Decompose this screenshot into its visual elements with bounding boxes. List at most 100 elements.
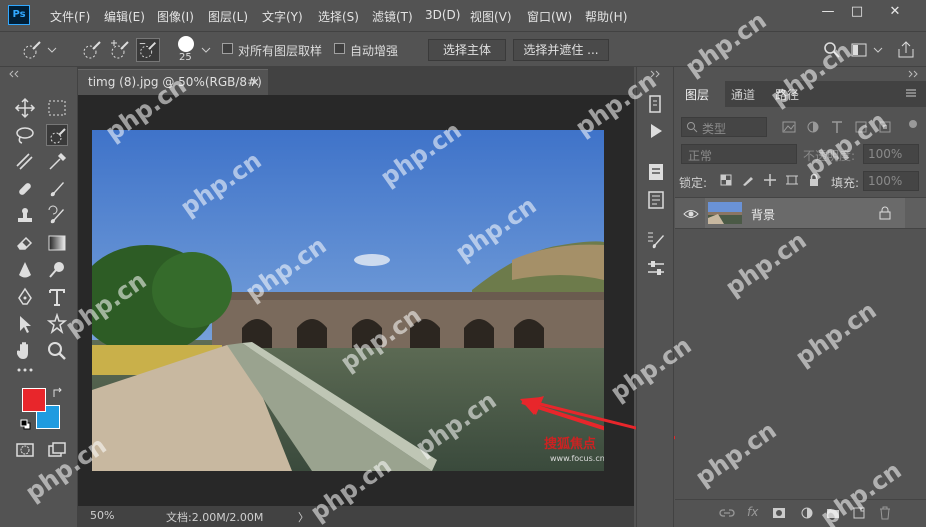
- eyedropper-tool-icon[interactable]: [46, 151, 68, 173]
- menu-select[interactable]: 选择(S): [318, 8, 359, 25]
- lock-artboard-icon[interactable]: [785, 173, 799, 187]
- zoom-tool-icon[interactable]: [46, 340, 68, 362]
- menu-window[interactable]: 窗口(W): [527, 8, 572, 25]
- properties-panel-icon[interactable]: [645, 161, 667, 183]
- custom-shape-tool-icon[interactable]: [46, 312, 68, 335]
- tab-channels[interactable]: 通道: [731, 86, 755, 103]
- quick-mask-icon[interactable]: [14, 439, 36, 461]
- status-menu-arrow[interactable]: 〉: [298, 509, 309, 525]
- filter-type-dropdown[interactable]: 类型: [681, 117, 767, 137]
- fill-field[interactable]: 100%: [863, 171, 919, 191]
- eraser-tool-icon[interactable]: [14, 232, 36, 254]
- lock-position-icon[interactable]: [763, 173, 777, 187]
- new-group-icon[interactable]: [825, 505, 841, 521]
- add-mask-icon[interactable]: [771, 505, 787, 521]
- path-selection-tool-icon[interactable]: [14, 313, 36, 335]
- actions-panel-icon[interactable]: [645, 120, 667, 142]
- layer-row[interactable]: 背景: [675, 197, 926, 229]
- quick-selection-tool-icon[interactable]: [46, 124, 68, 146]
- sample-all-layers-checkbox[interactable]: [222, 43, 233, 54]
- swap-colors-icon[interactable]: [52, 387, 64, 399]
- zoom-level[interactable]: 50%: [90, 509, 114, 522]
- select-subject-button[interactable]: 选择主体: [428, 39, 506, 61]
- workspace-icon[interactable]: [848, 38, 872, 62]
- layer-style-fx-icon[interactable]: fx: [747, 505, 758, 519]
- lock-all-icon[interactable]: [807, 173, 821, 187]
- maximize-button[interactable]: □: [845, 3, 869, 21]
- healing-brush-tool-icon[interactable]: [14, 178, 36, 200]
- close-window-button[interactable]: ✕: [883, 3, 907, 21]
- close-tab-icon[interactable]: ×: [250, 70, 260, 94]
- default-colors-icon[interactable]: [20, 419, 32, 431]
- lasso-tool-icon[interactable]: [14, 124, 36, 146]
- filter-pixel-icon[interactable]: [781, 119, 797, 135]
- photoshop-logo: Ps: [8, 5, 30, 25]
- edit-toolbar-icon[interactable]: [14, 359, 36, 381]
- menu-view[interactable]: 视图(V): [470, 8, 512, 25]
- pen-tool-icon[interactable]: [14, 286, 36, 308]
- layer-lock-icon: [879, 206, 891, 220]
- menu-help[interactable]: 帮助(H): [585, 8, 627, 25]
- share-icon[interactable]: [894, 38, 918, 62]
- brush-tool-icon[interactable]: [46, 178, 68, 200]
- lock-transparent-pixels-icon[interactable]: [719, 173, 733, 187]
- menu-image[interactable]: 图像(I): [157, 8, 194, 25]
- history-brush-tool-icon[interactable]: [46, 205, 68, 227]
- auto-enhance-checkbox[interactable]: [334, 43, 345, 54]
- dodge-tool-icon[interactable]: [46, 259, 68, 281]
- menu-layer[interactable]: 图层(L): [208, 8, 248, 25]
- minimize-button[interactable]: —: [816, 3, 840, 21]
- brush-chevron-down-icon[interactable]: [200, 40, 212, 64]
- link-layers-icon[interactable]: [719, 506, 735, 520]
- clone-stamp-tool-icon[interactable]: [14, 205, 36, 227]
- filter-smart-object-icon[interactable]: [877, 119, 893, 135]
- rectangular-marquee-tool-icon[interactable]: [46, 97, 68, 119]
- add-to-selection-icon[interactable]: [108, 38, 132, 62]
- type-tool-icon[interactable]: [46, 286, 68, 308]
- filter-type-layer-icon[interactable]: [829, 119, 845, 135]
- expand-arrows-icon[interactable]: [649, 70, 661, 78]
- menu-filter[interactable]: 滤镜(T): [372, 8, 413, 25]
- quick-selection-preset-icon[interactable]: [20, 38, 44, 62]
- new-selection-icon[interactable]: [80, 38, 104, 62]
- opacity-field[interactable]: 100%: [863, 144, 919, 164]
- filter-adjustment-icon[interactable]: [805, 119, 821, 135]
- lock-label: 锁定:: [679, 176, 708, 190]
- blur-tool-icon[interactable]: [14, 259, 36, 281]
- layer-name[interactable]: 背景: [751, 206, 775, 223]
- filter-shape-icon[interactable]: [853, 119, 869, 135]
- menu-edit[interactable]: 编辑(E): [104, 8, 145, 25]
- filter-toggle-icon[interactable]: [909, 120, 917, 128]
- select-and-mask-button[interactable]: 选择并遮住 ...: [513, 39, 609, 61]
- menu-3d[interactable]: 3D(D): [425, 8, 460, 22]
- panel-menu-icon[interactable]: [905, 88, 917, 98]
- new-layer-icon[interactable]: [851, 505, 867, 521]
- eye-icon[interactable]: [683, 207, 699, 221]
- blend-mode-dropdown[interactable]: 正常: [681, 144, 797, 164]
- libraries-panel-icon[interactable]: [645, 189, 667, 211]
- lock-image-pixels-icon[interactable]: [741, 173, 755, 187]
- document-tab[interactable]: timg (8).jpg @ 50%(RGB/8#) ×: [78, 69, 268, 95]
- history-panel-icon[interactable]: [645, 93, 667, 115]
- tab-layers[interactable]: 图层: [685, 86, 709, 103]
- crop-tool-icon[interactable]: [14, 151, 36, 173]
- blend-mode-value: 正常: [688, 149, 713, 163]
- delete-layer-icon[interactable]: [877, 505, 893, 521]
- gradient-tool-icon[interactable]: [46, 232, 68, 254]
- move-tool-icon[interactable]: [14, 97, 36, 119]
- panel-collapse-icon[interactable]: [907, 70, 919, 78]
- chevron-down-icon[interactable]: [46, 40, 58, 64]
- screen-mode-icon[interactable]: [46, 439, 68, 461]
- adjustments-panel-icon[interactable]: [645, 257, 667, 279]
- brush-settings-panel-icon[interactable]: [645, 229, 667, 251]
- workspace-chevron-down-icon[interactable]: [872, 40, 884, 64]
- foreground-color-swatch[interactable]: [22, 388, 46, 412]
- menu-type[interactable]: 文字(Y): [262, 8, 303, 25]
- menu-file[interactable]: 文件(F): [50, 8, 90, 25]
- adjustment-layer-icon[interactable]: [799, 505, 815, 521]
- brush-preview-icon[interactable]: [178, 36, 194, 52]
- subtract-from-selection-icon[interactable]: [136, 38, 160, 62]
- search-icon[interactable]: [820, 38, 844, 62]
- tab-paths[interactable]: 路径: [775, 86, 799, 103]
- collapse-arrows-icon[interactable]: [8, 70, 20, 78]
